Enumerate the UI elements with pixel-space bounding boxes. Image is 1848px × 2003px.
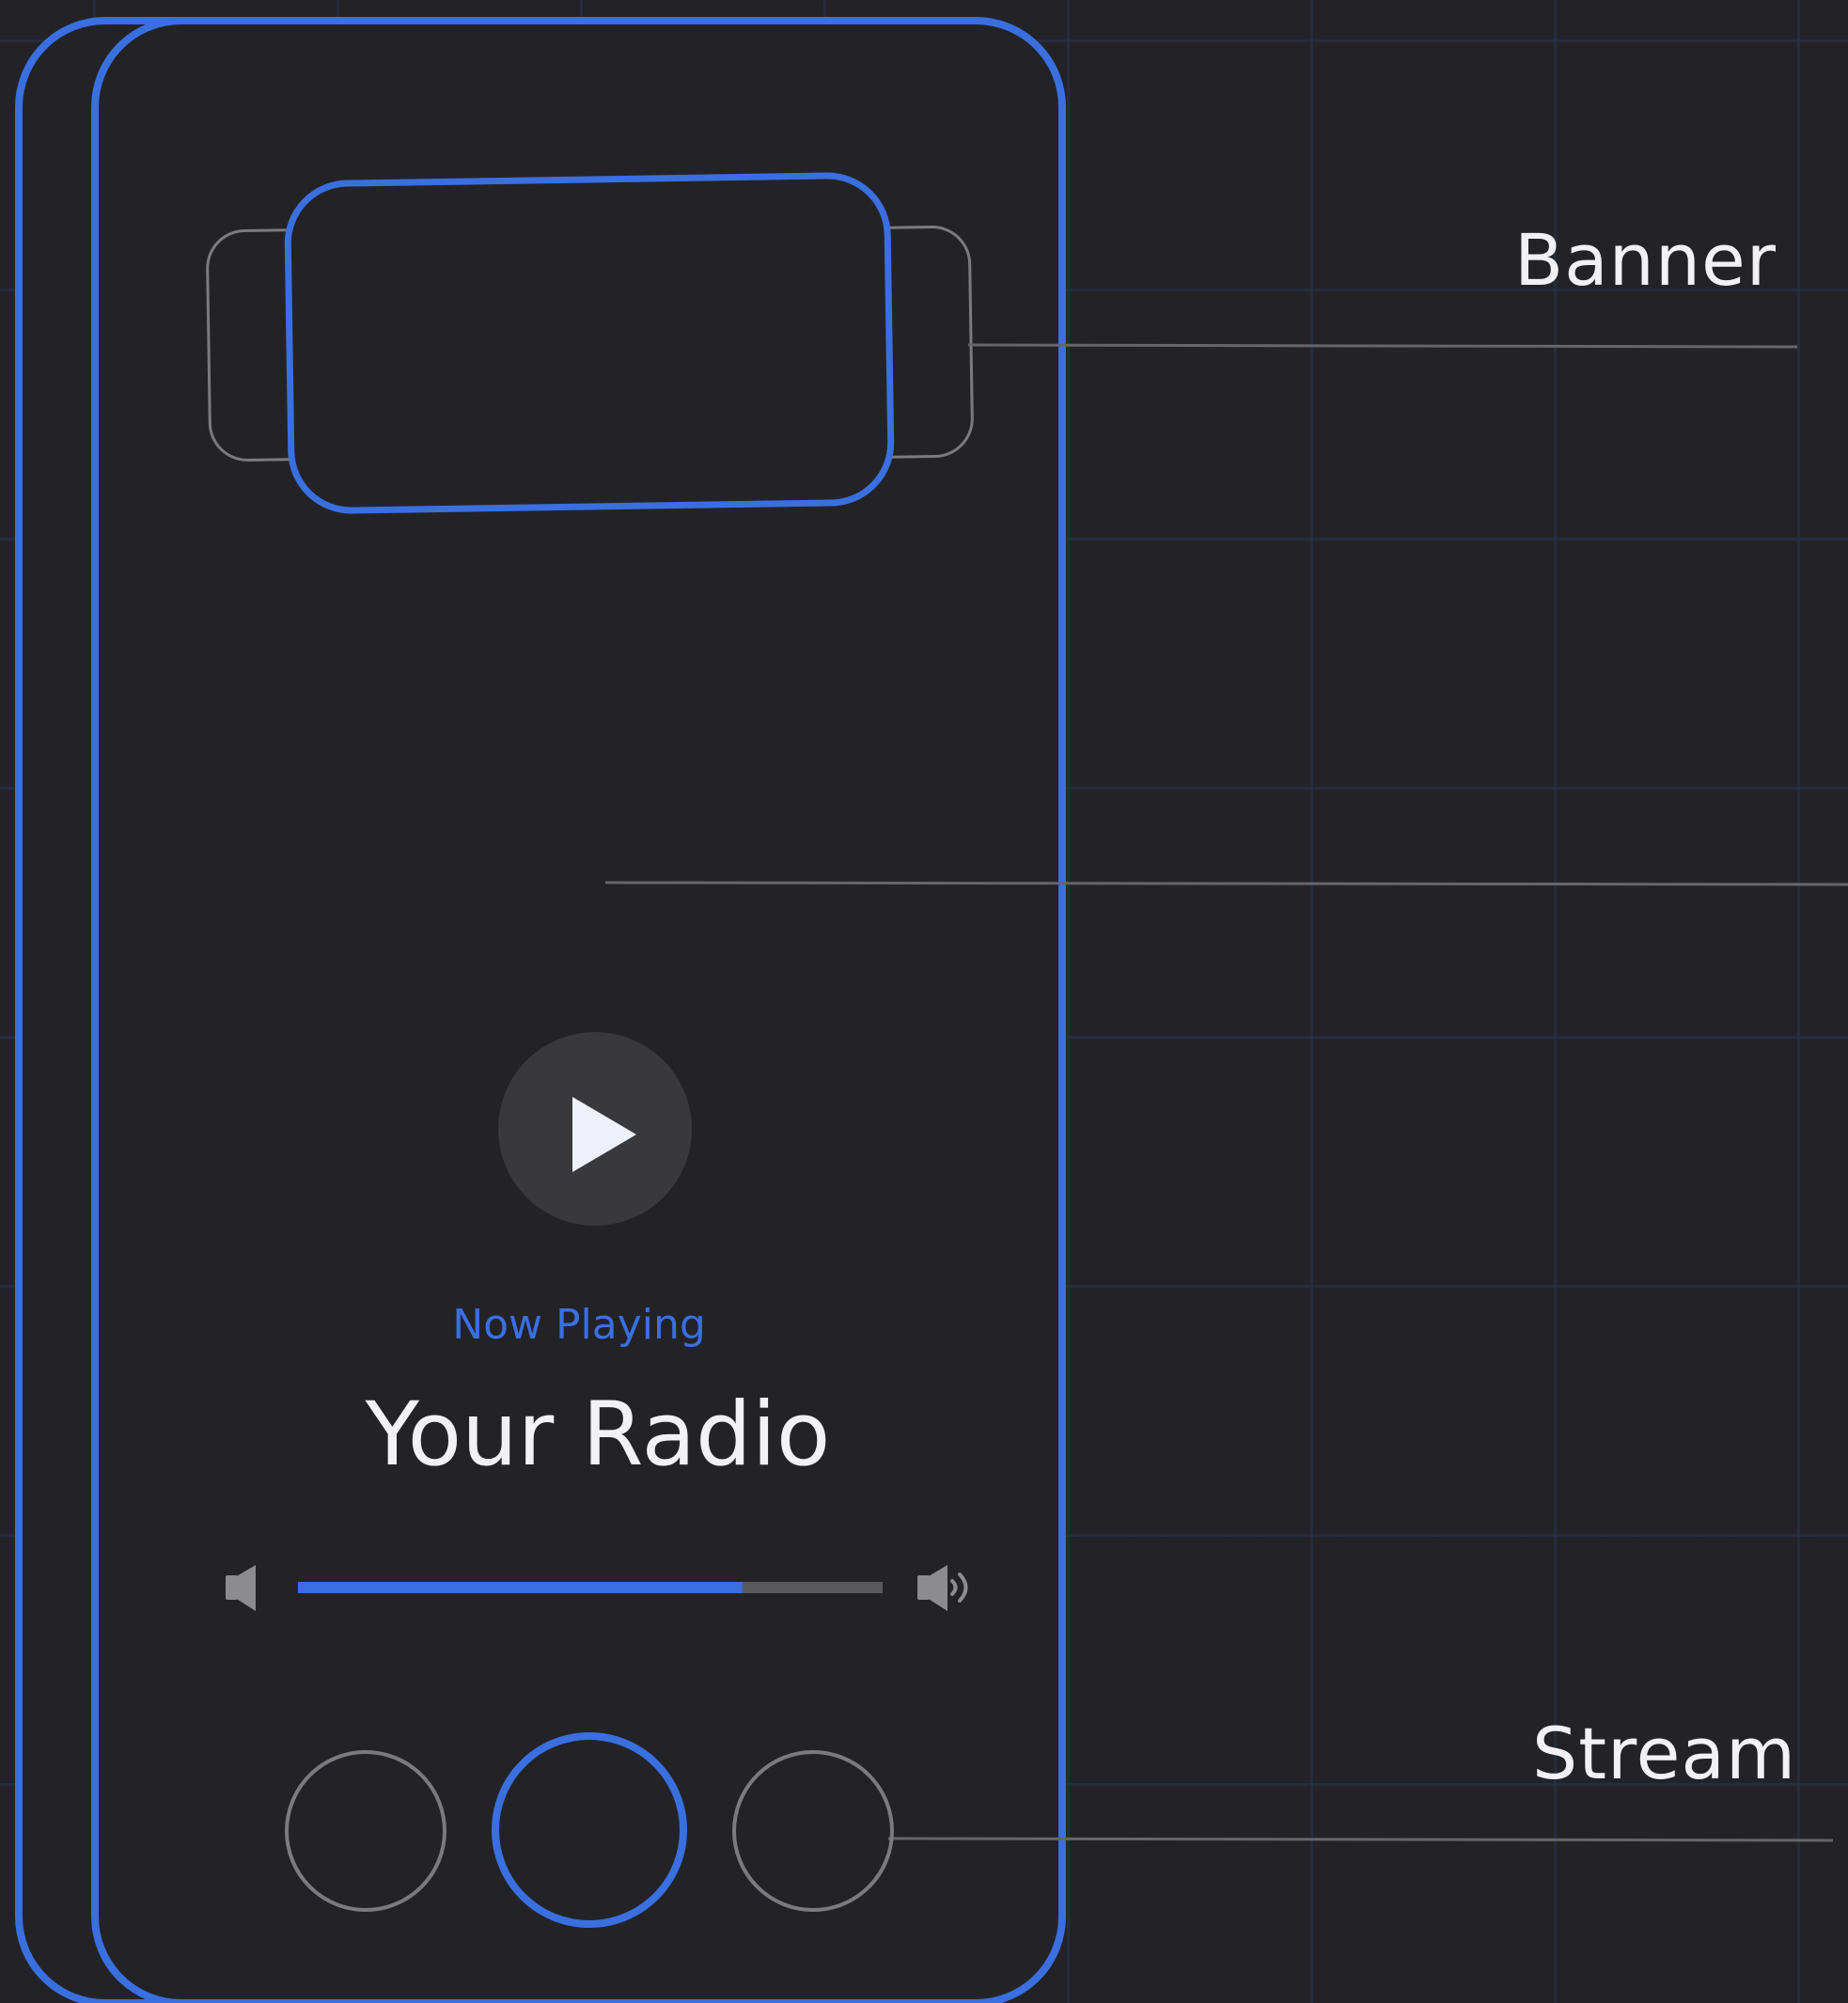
middle-leader-line	[604, 881, 1848, 886]
diagram-canvas: Now Playing Your Radio Banner Stream	[0, 0, 1848, 2003]
play-button[interactable]	[498, 1032, 692, 1226]
stream-leader-line	[887, 1837, 1834, 1842]
station-title: Your Radio	[365, 1384, 831, 1486]
now-playing-label: Now Playing	[452, 1301, 706, 1349]
banner-leader-line	[967, 343, 1798, 349]
stream-callout-label: Stream	[1532, 1712, 1796, 1795]
banner-card-active[interactable]	[284, 172, 895, 514]
banner-callout-label: Banner	[1513, 218, 1777, 302]
